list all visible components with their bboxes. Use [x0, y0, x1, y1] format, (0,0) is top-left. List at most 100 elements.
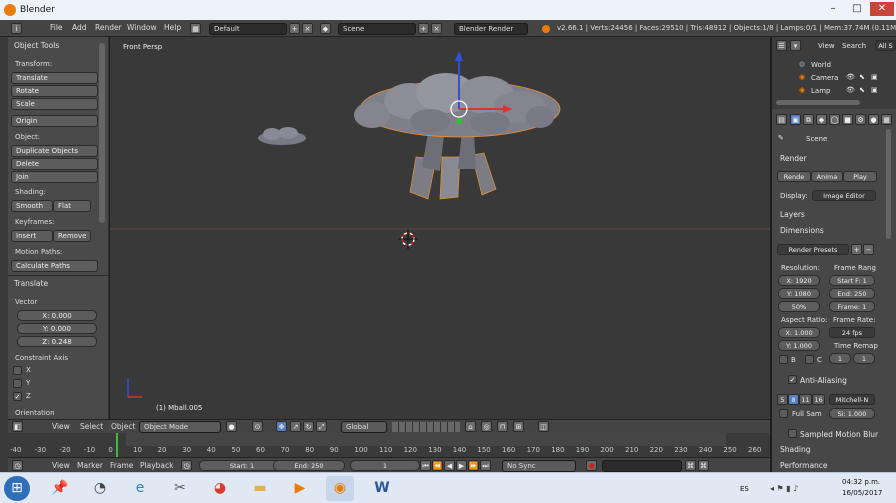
- add-preset-icon[interactable]: +: [851, 244, 862, 255]
- aa-size-field[interactable]: Si: 1.000: [829, 408, 875, 419]
- lamp-render-icon[interactable]: ▣: [871, 86, 878, 94]
- aa-filter-select[interactable]: Mitchell-N: [829, 394, 875, 405]
- menu-add[interactable]: Add: [72, 23, 87, 32]
- end-frame-prop-field[interactable]: End: 250: [829, 288, 875, 299]
- tool-shelf-scrollbar[interactable]: [99, 43, 105, 223]
- minimize-button[interactable]: –: [822, 2, 844, 16]
- playback-menu[interactable]: Playback: [140, 461, 173, 470]
- marker-menu[interactable]: Marker: [77, 461, 103, 470]
- add-scene-icon[interactable]: +: [418, 23, 429, 34]
- add-layout-icon[interactable]: +: [289, 23, 300, 34]
- outliner-filter-select[interactable]: All S: [875, 40, 896, 51]
- timeline[interactable]: -40 -30 -20 -10 0 10 20 30 40 50 60 70 80 90 100 110 120…: [8, 433, 770, 457]
- lamp-select-icon[interactable]: ⬉: [859, 86, 865, 94]
- translate-manipulator-icon[interactable]: ↗: [290, 421, 301, 432]
- editor-type-icon[interactable]: i: [11, 23, 22, 34]
- menu-help[interactable]: Help: [164, 23, 181, 32]
- 3d-viewport[interactable]: Front Persp (1) Mball.005: [110, 37, 770, 419]
- constraint-y-checkbox[interactable]: [13, 379, 22, 388]
- resolution-y-field[interactable]: Y: 1080: [778, 288, 820, 299]
- pivot-point-icon[interactable]: ⊙: [252, 421, 263, 432]
- resolution-x-field[interactable]: X: 1920: [778, 275, 820, 286]
- screen-layout-field[interactable]: Default: [209, 23, 287, 35]
- end-frame-field[interactable]: End: 250: [273, 460, 345, 471]
- vector-z-field[interactable]: Z: 0.248: [17, 336, 97, 347]
- vector-y-field[interactable]: Y: 0.000: [17, 323, 97, 334]
- app-icon-4[interactable]: ✂: [166, 476, 194, 501]
- next-keyframe-icon[interactable]: ⏩: [468, 460, 479, 471]
- translate-operator-header[interactable]: Translate: [14, 279, 48, 288]
- world-tab-icon[interactable]: ◯: [829, 114, 840, 125]
- viewport-shading-icon[interactable]: ●: [226, 421, 237, 432]
- outliner-item-camera[interactable]: Camera: [811, 74, 838, 82]
- scale-button[interactable]: Scale: [11, 98, 98, 110]
- rotate-button[interactable]: Rotate: [11, 85, 98, 97]
- snap-icon[interactable]: ⊓: [497, 421, 508, 432]
- start-frame-prop-field[interactable]: Start F: 1: [829, 275, 875, 286]
- render-section-header[interactable]: Render: [780, 154, 807, 163]
- blender-taskbar-icon[interactable]: ◉: [326, 476, 354, 501]
- camera-render-icon[interactable]: ▣: [871, 73, 878, 81]
- aspect-y-field[interactable]: Y: 1.000: [778, 340, 820, 351]
- render-engine-select[interactable]: Blender Render: [454, 23, 528, 35]
- menu-window[interactable]: Window: [127, 23, 157, 32]
- outliner[interactable]: ☰ ▾ View Search All S ◍ World ◉ Camera 👁…: [772, 37, 896, 109]
- outliner-search-menu[interactable]: Search: [842, 42, 866, 50]
- pin-app-icon[interactable]: 📌: [46, 476, 74, 501]
- editor-type-3d-icon[interactable]: ◧: [12, 421, 23, 432]
- play-rendered-button[interactable]: Play: [843, 171, 877, 182]
- constraint-x-checkbox[interactable]: [13, 366, 22, 375]
- remove-preset-icon[interactable]: −: [863, 244, 874, 255]
- menu-render[interactable]: Render: [95, 23, 122, 32]
- insert-keyframe-icon[interactable]: ⌘: [685, 460, 696, 471]
- material-tab-icon[interactable]: ●: [868, 114, 879, 125]
- outliner-display-icon[interactable]: ▾: [790, 40, 801, 51]
- display-select[interactable]: Image Editor: [812, 190, 876, 201]
- aa-samples-5[interactable]: 5: [777, 394, 788, 405]
- frame-rate-select[interactable]: 24 fps: [829, 327, 875, 338]
- texture-tab-icon[interactable]: ▦: [881, 114, 892, 125]
- performance-section-header[interactable]: Performance: [780, 461, 828, 470]
- duplicate-objects-button[interactable]: Duplicate Objects: [11, 145, 98, 157]
- file-explorer-icon[interactable]: ▬: [246, 476, 274, 501]
- object-menu[interactable]: Object: [111, 422, 135, 431]
- outliner-editor-icon[interactable]: ☰: [776, 40, 787, 51]
- delete-keyframe-icon[interactable]: ⌘: [698, 460, 709, 471]
- flat-button[interactable]: Flat: [53, 200, 91, 212]
- clock-time[interactable]: 04:32 p.m.: [842, 478, 880, 486]
- remove-keyframe-button[interactable]: Remove: [53, 230, 91, 242]
- outliner-item-world[interactable]: World: [811, 61, 831, 69]
- editor-type-timeline-icon[interactable]: ◷: [12, 460, 23, 471]
- layer-buttons[interactable]: [392, 422, 460, 432]
- remap-new-field[interactable]: 1: [853, 353, 875, 364]
- manipulator-toggle-icon[interactable]: ✥: [276, 421, 287, 432]
- render-layers-tab-icon[interactable]: ⧉: [803, 114, 814, 125]
- aa-samples-8[interactable]: 8: [788, 394, 799, 405]
- render-presets-select[interactable]: Render Presets: [777, 244, 849, 255]
- play-reverse-icon[interactable]: ◀: [444, 460, 455, 471]
- aa-samples-16[interactable]: 16: [812, 394, 825, 405]
- remove-scene-icon[interactable]: ×: [431, 23, 442, 34]
- remove-layout-icon[interactable]: ×: [302, 23, 313, 34]
- join-button[interactable]: Join: [11, 171, 98, 183]
- close-button[interactable]: ✕: [870, 2, 894, 16]
- timeline-view-menu[interactable]: View: [52, 461, 70, 470]
- shading-section-header[interactable]: Shading: [780, 445, 810, 454]
- outliner-view-menu[interactable]: View: [818, 42, 835, 50]
- full-sample-checkbox[interactable]: [779, 409, 788, 418]
- tray-icons[interactable]: ◂ ⚑ ▮ ♪: [770, 484, 798, 493]
- camera-visibility-icon[interactable]: 👁: [846, 73, 855, 81]
- jump-end-icon[interactable]: ⏭: [480, 460, 491, 471]
- origin-button[interactable]: Origin: [11, 115, 98, 127]
- camera-select-icon[interactable]: ⬉: [859, 73, 865, 81]
- play-icon[interactable]: ▶: [456, 460, 467, 471]
- motion-blur-section-header[interactable]: Sampled Motion Blur: [800, 430, 878, 439]
- scene-icon[interactable]: ◆: [320, 23, 331, 34]
- select-menu[interactable]: Select: [80, 422, 103, 431]
- chrome-icon[interactable]: ◕: [206, 476, 234, 501]
- lamp-visibility-icon[interactable]: 👁: [846, 86, 855, 94]
- app-icon-2[interactable]: ◔: [86, 476, 114, 501]
- prev-keyframe-icon[interactable]: ⏪: [432, 460, 443, 471]
- render-animation-button[interactable]: Anima: [811, 171, 843, 182]
- jump-start-icon[interactable]: ⏮: [420, 460, 431, 471]
